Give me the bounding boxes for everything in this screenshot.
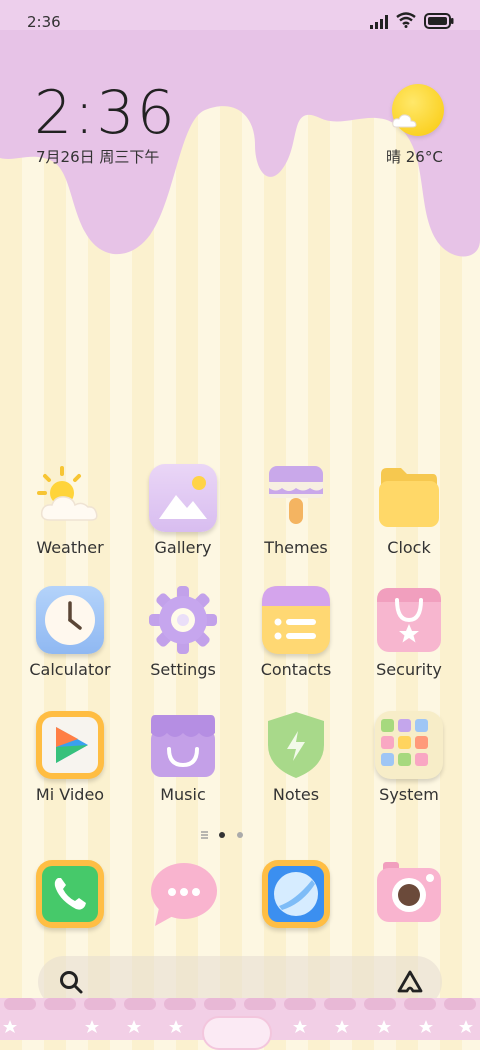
play-icon [36, 711, 104, 779]
clock-widget-date: 7月26日 周三下午 [36, 148, 160, 166]
app-label: Clock [387, 538, 431, 557]
app-contacts[interactable]: Contacts [241, 586, 351, 679]
app-label: Security [376, 660, 442, 679]
app-label: Notes [272, 785, 320, 804]
phone-icon [36, 860, 104, 928]
app-label: Contacts [260, 660, 332, 679]
dock-messages[interactable] [128, 860, 238, 928]
cloud-icon [392, 114, 417, 128]
wifi-icon [396, 12, 416, 28]
scallop-border [4, 998, 476, 1010]
app-themes[interactable]: Themes [241, 464, 351, 557]
weather-widget-text: 晴 26°C [386, 148, 443, 166]
app-label: Settings [150, 660, 216, 679]
page-indicator[interactable] [200, 829, 260, 841]
brand-logo [202, 1016, 272, 1050]
signal-icon [370, 15, 388, 29]
app-mi-video[interactable]: Mi Video [15, 711, 125, 804]
dock-phone[interactable] [15, 860, 125, 928]
assistant-icon[interactable] [396, 969, 424, 995]
notepad-icon [262, 586, 330, 654]
app-music[interactable]: Music [128, 711, 238, 804]
app-label: Gallery [154, 538, 212, 557]
app-label: Themes [264, 538, 328, 557]
app-system[interactable]: System [354, 711, 464, 804]
shopping-bag-icon [377, 588, 441, 652]
app-label: System [379, 785, 439, 804]
gear-icon [149, 586, 217, 654]
clock-icon [36, 586, 104, 654]
app-label: Mi Video [35, 785, 105, 804]
app-weather[interactable]: Weather [15, 464, 125, 557]
app-grid-icon [375, 711, 443, 779]
app-label: Music [160, 785, 206, 804]
app-calculator[interactable]: Calculator [15, 586, 125, 679]
folder-icon [379, 468, 439, 527]
app-settings[interactable]: Settings [128, 586, 238, 679]
app-clock[interactable]: Clock [354, 464, 464, 557]
app-gallery[interactable]: Gallery [128, 464, 238, 557]
status-time: 2:36 [27, 13, 61, 31]
store-icon [151, 715, 215, 777]
app-notes[interactable]: Notes [241, 711, 351, 804]
app-label: Calculator [29, 660, 111, 679]
search-icon[interactable] [58, 969, 84, 995]
status-bar: 2:36 [0, 0, 480, 42]
themes-icon [269, 466, 323, 524]
battery-icon [424, 13, 454, 29]
dock-camera[interactable] [354, 860, 464, 928]
weather-icon [37, 466, 98, 521]
dock-browser[interactable] [241, 860, 351, 928]
shield-icon [268, 712, 324, 778]
messages-icon [151, 863, 217, 926]
app-label: Weather [36, 538, 104, 557]
app-security[interactable]: Security [354, 586, 464, 679]
browser-icon [262, 860, 330, 928]
camera-icon [377, 862, 441, 922]
clock-widget-time[interactable]: 2:36 [34, 78, 177, 148]
gallery-icon [149, 464, 217, 532]
